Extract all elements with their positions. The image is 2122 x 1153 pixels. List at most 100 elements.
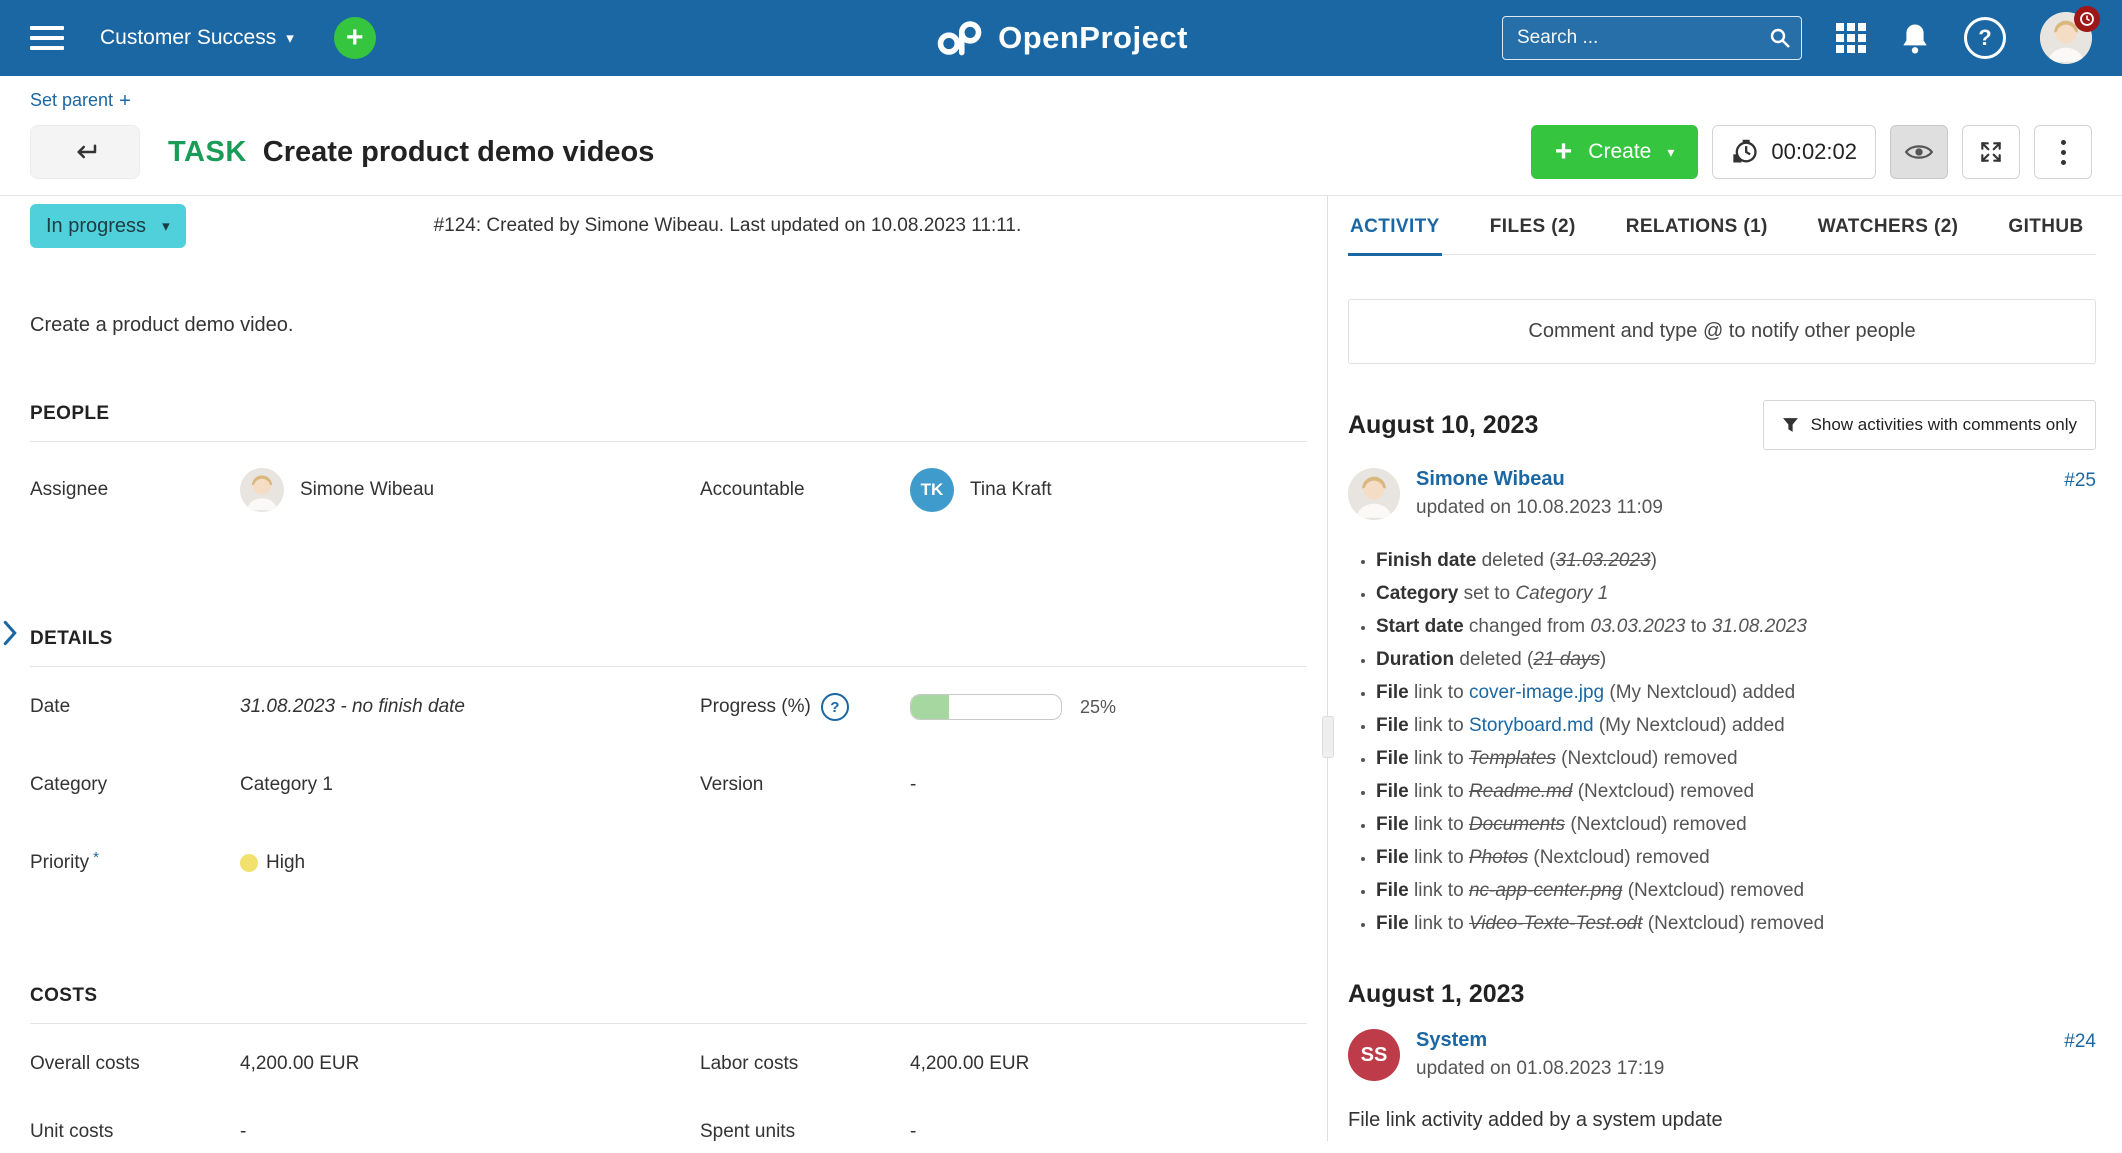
filter-button-label: Show activities with comments only — [1810, 415, 2077, 434]
openproject-logo[interactable]: OpenProject — [934, 19, 1188, 57]
change-text: link to — [1408, 814, 1469, 835]
attr-value-overall-costs: 4,200.00 EUR — [240, 1053, 360, 1074]
global-add-button[interactable]: + — [333, 17, 376, 59]
filter-icon — [1782, 417, 1798, 432]
priority-dot-icon — [240, 854, 258, 872]
activity-author-link[interactable]: Simone Wibeau — [1416, 468, 1663, 491]
change-text: (My Nextcloud) added — [1593, 715, 1785, 736]
change-text: File — [1376, 682, 1409, 703]
watch-button[interactable] — [1890, 125, 1948, 179]
pane-divider — [1322, 196, 1334, 1141]
attr-value-category[interactable]: Category 1 — [240, 771, 700, 799]
change-text: (Nextcloud) removed — [1622, 880, 1805, 901]
tab-activity[interactable]: ACTIVITY — [1348, 216, 1442, 256]
change-text: (Nextcloud) removed — [1642, 913, 1825, 934]
create-button[interactable]: + Create ▾ — [1530, 125, 1699, 179]
change-text: deleted ( — [1476, 550, 1556, 571]
activity-meta: updated on 01.08.2023 17:19 — [1416, 1058, 1665, 1079]
change-text: (Nextcloud) removed — [1572, 781, 1755, 802]
comment-input[interactable]: Comment and type @ to notify other peopl… — [1348, 299, 2096, 364]
file-link[interactable]: Storyboard.md — [1469, 715, 1594, 736]
change-text: Readme.md — [1468, 781, 1573, 802]
change-item: Duration deleted (21 days) — [1376, 643, 2096, 676]
change-text: Photos — [1468, 847, 1529, 868]
change-text: File — [1376, 715, 1409, 736]
tab-github[interactable]: GITHUB — [2006, 216, 2085, 254]
change-text: Duration — [1376, 649, 1455, 670]
fullscreen-button[interactable] — [1962, 125, 2020, 179]
attr-label-progress: Progress (%) ? — [700, 693, 910, 721]
activity-number-link[interactable]: #24 — [2064, 1031, 2096, 1053]
attr-label-version: Version — [700, 774, 764, 795]
attr-value-accountable[interactable]: TK Tina Kraft — [910, 468, 1307, 512]
change-text: Category 1 — [1515, 583, 1609, 604]
chevron-down-icon: ▾ — [162, 218, 170, 235]
tab-relations[interactable]: RELATIONS (1) — [1624, 216, 1770, 254]
search-input[interactable] — [1502, 16, 1802, 60]
expand-icon — [1981, 142, 2001, 162]
apps-grid-icon[interactable] — [1836, 23, 1866, 53]
change-text: ) — [1650, 550, 1657, 571]
attr-label-accountable: Accountable — [700, 479, 805, 500]
activity-date-heading: August 10, 2023 — [1348, 410, 1539, 439]
openproject-app: Customer Success ▾ + OpenProject Search … — [0, 0, 2122, 1153]
attr-value-priority[interactable]: High — [240, 849, 700, 877]
notifications-bell-icon[interactable] — [1900, 22, 1930, 54]
change-text: (Nextcloud) removed — [1565, 814, 1747, 835]
attr-value-spent-units: - — [910, 1121, 917, 1142]
status-dropdown[interactable]: In progress ▾ — [30, 204, 186, 248]
change-item: File link to nc-app-center.png (Nextclou… — [1376, 874, 2096, 907]
collapse-sidebar-chevron-icon[interactable] — [2, 620, 18, 646]
change-text: link to — [1408, 880, 1469, 901]
tab-files[interactable]: FILES (2) — [1488, 216, 1578, 254]
back-button[interactable] — [30, 125, 140, 179]
timer-button[interactable]: 00:02:02 — [1712, 125, 1876, 179]
help-icon[interactable]: ? — [1964, 17, 2006, 59]
eye-icon — [1904, 145, 1934, 159]
work-package-title[interactable]: Create product demo videos — [263, 136, 655, 169]
activity-number-link[interactable]: #25 — [2064, 470, 2096, 492]
progress-percent-label: 25% — [1080, 696, 1117, 717]
filter-activities-button[interactable]: Show activities with comments only — [1762, 400, 2096, 450]
set-parent-link[interactable]: Set parent + — [0, 76, 131, 113]
pane-resize-handle[interactable] — [1322, 716, 1334, 758]
change-text: 31.03.2023 — [1555, 550, 1651, 571]
change-text: link to — [1408, 715, 1469, 736]
user-avatar[interactable] — [2040, 6, 2100, 64]
activity-date-heading: August 1, 2023 — [1348, 980, 1525, 1008]
change-text: link to — [1408, 682, 1469, 703]
more-menu-button[interactable] — [2034, 125, 2092, 179]
attr-value-progress[interactable]: 25% — [910, 693, 1307, 721]
avatar — [240, 468, 284, 512]
avatar: SS — [1348, 1029, 1400, 1081]
attr-label-date: Date — [30, 696, 71, 717]
change-text: File — [1376, 781, 1409, 802]
accountable-name: Tina Kraft — [970, 479, 1052, 500]
change-text: File — [1376, 847, 1409, 868]
status-label: In progress — [46, 214, 147, 237]
divider — [30, 666, 1307, 667]
avatar: TK — [910, 468, 954, 512]
activity-author-link[interactable]: System — [1416, 1029, 1664, 1052]
progress-bar[interactable] — [910, 694, 1062, 720]
change-item: Finish date deleted (31.03.2023) — [1376, 544, 2096, 577]
hamburger-menu-icon[interactable] — [30, 26, 64, 50]
attr-value-version[interactable]: - — [910, 771, 1307, 799]
plus-icon: + — [1554, 135, 1573, 168]
file-link[interactable]: cover-image.jpg — [1469, 682, 1604, 703]
attr-value-date[interactable]: 31.08.2023 - no finish date — [240, 693, 700, 721]
attr-label-spent-units: Spent units — [700, 1121, 796, 1142]
help-circle-icon[interactable]: ? — [820, 693, 849, 721]
divider — [30, 1023, 1307, 1024]
plus-icon: + — [119, 90, 131, 112]
search-icon — [1770, 28, 1790, 48]
chevron-down-icon: ▾ — [1667, 143, 1675, 160]
attr-value-assignee[interactable]: Simone Wibeau — [240, 468, 700, 512]
change-text: set to — [1458, 583, 1516, 604]
project-selector[interactable]: Customer Success ▾ — [100, 26, 294, 50]
logo-text: OpenProject — [998, 20, 1188, 55]
activity-entry: Simone Wibeau updated on 10.08.2023 11:0… — [1348, 468, 2096, 520]
description-field[interactable]: Create a product demo video. — [30, 314, 1307, 337]
change-item: File link to Photos (Nextcloud) removed — [1376, 841, 2096, 874]
tab-watchers[interactable]: WATCHERS (2) — [1816, 216, 1961, 254]
